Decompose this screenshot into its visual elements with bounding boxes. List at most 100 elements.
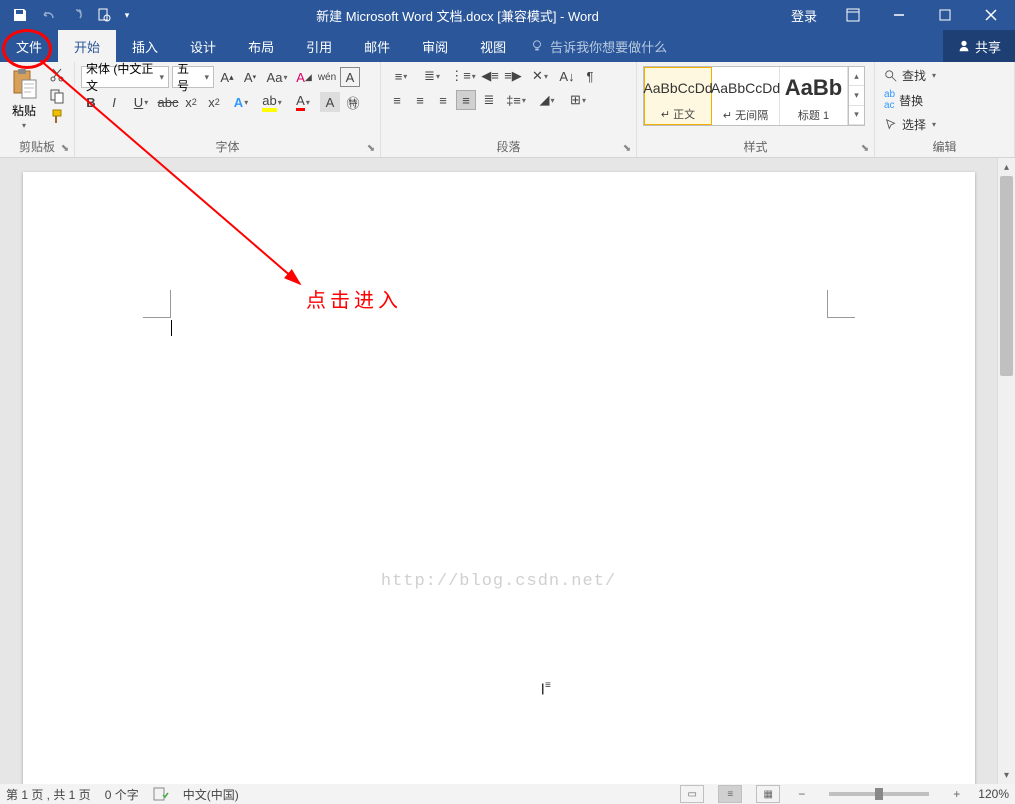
cut-button[interactable]	[46, 66, 68, 84]
underline-button[interactable]: U▾	[127, 92, 155, 112]
font-size-combo[interactable]: 五号▾	[172, 66, 214, 88]
grow-font-button[interactable]: A▴	[217, 67, 237, 87]
find-button[interactable]: 查找▾	[881, 66, 939, 85]
tab-mailings[interactable]: 邮件	[348, 30, 406, 62]
login-button[interactable]: 登录	[781, 6, 827, 25]
show-marks-button[interactable]: ¶	[580, 66, 600, 86]
word-count[interactable]: 0 个字	[105, 786, 139, 803]
document-area: http://blog.csdn.net/ I≡	[0, 158, 997, 784]
style-gallery[interactable]: AaBbCcDd ↵ 正文 AaBbCcDd ↵ 无间隔 AaBb 标题 1 ▴…	[643, 66, 865, 126]
char-shading-button[interactable]: A	[320, 92, 340, 112]
tab-file[interactable]: 文件	[0, 30, 58, 62]
tab-review[interactable]: 审阅	[406, 30, 464, 62]
superscript-button[interactable]: x2	[204, 92, 224, 112]
strikethrough-button[interactable]: abc	[158, 92, 178, 112]
zoom-slider[interactable]	[829, 792, 929, 796]
style-no-spacing[interactable]: AaBbCcDd ↵ 无间隔	[712, 67, 780, 125]
redo-button[interactable]	[64, 3, 88, 27]
spellcheck-icon[interactable]	[153, 787, 169, 801]
clear-format-button[interactable]: A◢	[294, 67, 314, 87]
align-right-button[interactable]: ≡	[433, 90, 453, 110]
style-normal[interactable]: AaBbCcDd ↵ 正文	[644, 67, 712, 125]
bullets-button[interactable]: ≡▾	[387, 66, 415, 86]
scroll-track[interactable]	[998, 176, 1015, 766]
char-border-button[interactable]: A	[340, 67, 360, 87]
tab-design[interactable]: 设计	[174, 30, 232, 62]
page-count[interactable]: 第 1 页 , 共 1 页	[6, 786, 91, 803]
highlight-button[interactable]: ab▾	[258, 92, 286, 112]
zoom-level[interactable]: 120%	[978, 787, 1009, 801]
distribute-button[interactable]: ≣	[479, 90, 499, 110]
decrease-indent-button[interactable]: ◀≡	[480, 66, 500, 86]
tab-insert[interactable]: 插入	[116, 30, 174, 62]
align-center-button[interactable]: ≡	[410, 90, 430, 110]
vertical-scrollbar[interactable]: ▴ ▾	[997, 158, 1015, 784]
scroll-up-button[interactable]: ▴	[998, 158, 1015, 176]
status-bar: 第 1 页 , 共 1 页 0 个字 中文(中国) ▭ ≡ ▦ − + 120%	[0, 784, 1015, 804]
scroll-thumb[interactable]	[1000, 176, 1013, 376]
font-launcher[interactable]: ⬊	[364, 141, 378, 155]
tab-references[interactable]: 引用	[290, 30, 348, 62]
zoom-in-button[interactable]: +	[949, 787, 964, 801]
increase-indent-button[interactable]: ≡▶	[503, 66, 523, 86]
qat-customize-dropdown[interactable]: ▾	[120, 3, 134, 27]
sort-button[interactable]: A↓	[557, 66, 577, 86]
cursor-icon	[884, 118, 898, 132]
align-left-button[interactable]: ≡	[387, 90, 407, 110]
select-button[interactable]: 选择▾	[881, 115, 939, 134]
tab-layout[interactable]: 布局	[232, 30, 290, 62]
style-heading1[interactable]: AaBb 标题 1	[780, 67, 848, 125]
print-layout-button[interactable]: ≡	[718, 785, 742, 803]
scroll-down-button[interactable]: ▾	[998, 766, 1015, 784]
phonetic-guide-button[interactable]: wén	[317, 67, 337, 87]
share-button[interactable]: 共享	[943, 30, 1015, 62]
tell-me-search[interactable]: 告诉我你想要做什么	[522, 30, 943, 62]
copy-button[interactable]	[46, 87, 68, 105]
read-mode-button[interactable]: ▭	[680, 785, 704, 803]
borders-button[interactable]: ⊞▾	[564, 90, 592, 110]
replace-button[interactable]: abac 替换	[881, 88, 926, 112]
zoom-slider-handle[interactable]	[875, 788, 883, 800]
paragraph-launcher[interactable]: ⬊	[620, 141, 634, 155]
text-effects-button[interactable]: A▾	[227, 92, 255, 112]
multilevel-button[interactable]: ⋮≡▾	[449, 66, 477, 86]
title-bar: ▾ 新建 Microsoft Word 文档.docx [兼容模式] - Wor…	[0, 0, 1015, 30]
group-paragraph: ≡▾ ≣▾ ⋮≡▾ ◀≡ ≡▶ ✕▾ A↓ ¶ ≡ ≡ ≡ ≡ ≣ ‡≡▾ ◢▾…	[381, 62, 637, 157]
save-button[interactable]	[8, 3, 32, 27]
justify-button[interactable]: ≡	[456, 90, 476, 110]
style-gallery-scroll[interactable]: ▴ ▾ ▾	[848, 67, 864, 125]
format-painter-button[interactable]	[46, 108, 68, 126]
print-preview-button[interactable]	[92, 3, 116, 27]
font-color-button[interactable]: A▾	[289, 92, 317, 112]
zoom-out-button[interactable]: −	[794, 787, 809, 801]
ribbon-display-button[interactable]	[833, 0, 873, 30]
bold-button[interactable]: B	[81, 92, 101, 112]
shrink-font-button[interactable]: A▾	[240, 67, 260, 87]
clipboard-launcher[interactable]: ⬊	[58, 141, 72, 155]
tab-view[interactable]: 视图	[464, 30, 522, 62]
enclose-char-button[interactable]: ㊕	[343, 92, 363, 112]
minimize-button[interactable]	[879, 0, 919, 30]
undo-button[interactable]	[36, 3, 60, 27]
chevron-up-icon[interactable]: ▴	[849, 67, 864, 86]
numbering-button[interactable]: ≣▾	[418, 66, 446, 86]
styles-launcher[interactable]: ⬊	[858, 141, 872, 155]
language-status[interactable]: 中文(中国)	[183, 786, 239, 803]
gallery-expand-icon[interactable]: ▾	[849, 106, 864, 125]
italic-button[interactable]: I	[104, 92, 124, 112]
tab-home[interactable]: 开始	[58, 30, 116, 62]
line-spacing-button[interactable]: ‡≡▾	[502, 90, 530, 110]
change-case-button[interactable]: Aa▾	[263, 67, 291, 87]
font-name-combo[interactable]: 宋体 (中文正文▾	[81, 66, 169, 88]
paste-button[interactable]: 粘贴 ▾	[6, 66, 42, 132]
maximize-button[interactable]	[925, 0, 965, 30]
web-layout-button[interactable]: ▦	[756, 785, 780, 803]
shading-button[interactable]: ◢▾	[533, 90, 561, 110]
subscript-button[interactable]: x2	[181, 92, 201, 112]
window-controls: 登录	[781, 0, 1015, 30]
chevron-down-icon[interactable]: ▾	[849, 86, 864, 105]
document-page[interactable]: http://blog.csdn.net/ I≡	[23, 172, 975, 784]
close-button[interactable]	[971, 0, 1011, 30]
asian-layout-button[interactable]: ✕▾	[526, 66, 554, 86]
paint-bucket-icon: ◢	[539, 92, 549, 108]
